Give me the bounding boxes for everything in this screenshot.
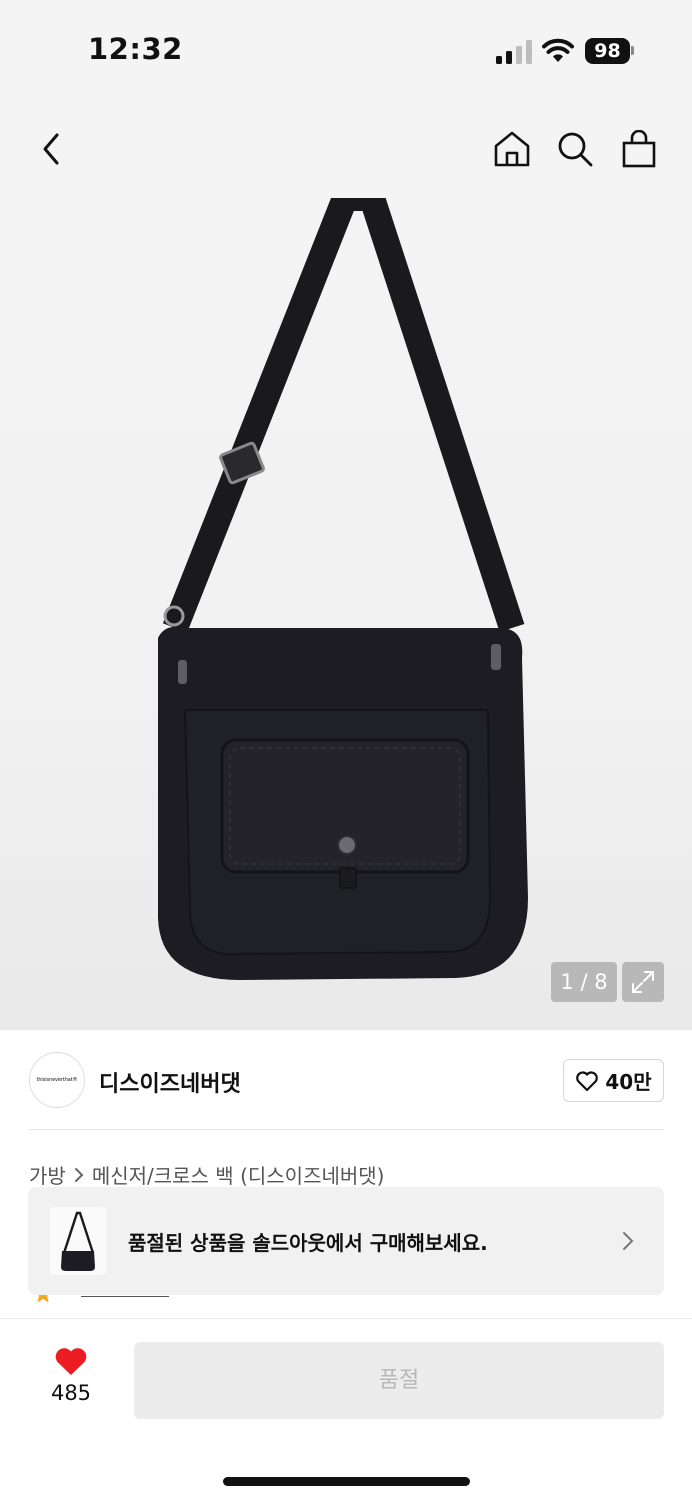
bottom-action-bar: 485 품절 bbox=[0, 1318, 692, 1500]
shopping-bag-icon bbox=[622, 130, 656, 168]
heart-outline-icon bbox=[576, 1070, 599, 1091]
soldout-banner[interactable]: 품절된 상품을 솔드아웃에서 구매해보세요. bbox=[28, 1187, 664, 1295]
status-bar: 12:32 98 bbox=[0, 0, 692, 100]
brand-name[interactable]: 디스이즈네버댓 bbox=[99, 1066, 241, 1098]
product-image bbox=[158, 198, 528, 980]
product-like-count: 485 bbox=[50, 1381, 92, 1405]
search-icon bbox=[558, 132, 593, 167]
breadcrumb-subcategory[interactable]: 메신저/크로스 백 (디스이즈네버댓) bbox=[92, 1160, 385, 1189]
status-time: 12:32 bbox=[88, 32, 183, 66]
product-image-gallery[interactable] bbox=[0, 198, 692, 1030]
home-icon bbox=[494, 131, 530, 167]
back-button[interactable] bbox=[28, 126, 74, 172]
expand-icon bbox=[632, 971, 654, 993]
brand-logo-text: thisisneverthat® bbox=[36, 1077, 78, 1083]
heart-filled-icon bbox=[55, 1348, 87, 1375]
brand-row: thisisneverthat® 디스이즈네버댓 40만 bbox=[0, 1030, 692, 1130]
chevron-right-icon bbox=[623, 1232, 634, 1250]
chevron-right-icon bbox=[74, 1167, 84, 1182]
home-button[interactable] bbox=[489, 126, 535, 172]
expand-image-button[interactable] bbox=[622, 962, 664, 1002]
soldout-banner-text: 품절된 상품을 솔드아웃에서 구매해보세요. bbox=[128, 1231, 488, 1255]
brand-logo[interactable]: thisisneverthat® bbox=[29, 1052, 85, 1108]
signal-icon bbox=[496, 40, 532, 64]
cart-button[interactable] bbox=[616, 126, 662, 172]
wifi-icon bbox=[542, 38, 574, 62]
home-indicator bbox=[223, 1477, 470, 1486]
divider bbox=[28, 1129, 664, 1130]
product-like-button[interactable]: 485 bbox=[36, 1345, 106, 1415]
brand-like-count: 40만 bbox=[605, 1070, 652, 1094]
banner-thumbnail bbox=[50, 1207, 106, 1275]
battery-level: 98 bbox=[585, 38, 630, 64]
image-counter: 1 / 8 bbox=[551, 962, 617, 1002]
nav-bar bbox=[0, 100, 692, 198]
search-button[interactable] bbox=[552, 126, 598, 172]
brand-like-button[interactable]: 40만 bbox=[563, 1059, 664, 1102]
breadcrumb: 가방 메신저/크로스 백 (디스이즈네버댓) bbox=[29, 1160, 384, 1189]
battery-icon: 98 bbox=[585, 38, 635, 64]
soldout-button[interactable]: 품절 bbox=[134, 1342, 664, 1419]
back-chevron-icon bbox=[43, 133, 59, 165]
breadcrumb-category[interactable]: 가방 bbox=[29, 1160, 66, 1189]
